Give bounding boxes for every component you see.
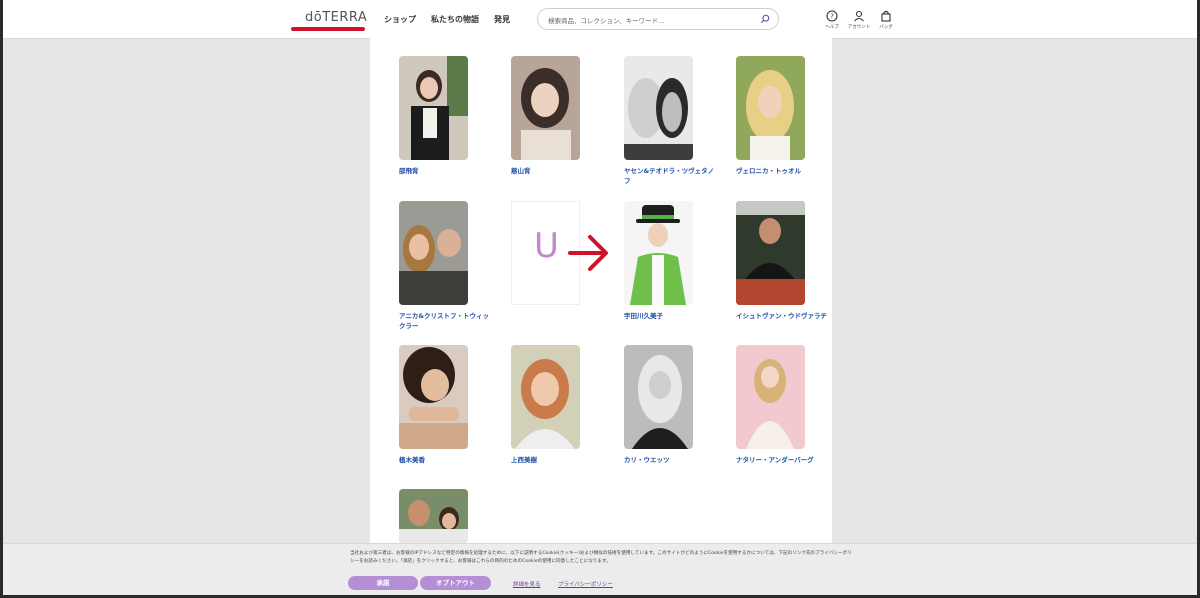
details-link[interactable]: 詳細を見る bbox=[513, 580, 541, 588]
person-card[interactable]: アニカ&クリストフ・トウィックラー bbox=[399, 201, 489, 331]
account-icon bbox=[854, 10, 864, 22]
person-card[interactable]: 宇田川久美子 bbox=[624, 201, 714, 321]
bag-icon bbox=[881, 10, 891, 22]
person-photo[interactable] bbox=[736, 345, 805, 449]
account-button[interactable]: アカウント bbox=[844, 10, 874, 30]
person-photo[interactable] bbox=[399, 489, 468, 543]
person-card[interactable]: ヴェロニカ・トゥオル bbox=[736, 56, 826, 176]
person-photo[interactable] bbox=[511, 56, 580, 160]
person-card[interactable]: 邵飛背 bbox=[399, 56, 489, 176]
accept-button[interactable]: 承諾 bbox=[348, 576, 418, 590]
person-name[interactable]: ナタリー・アンダーバーグ bbox=[736, 455, 832, 465]
person-photo[interactable] bbox=[624, 56, 693, 160]
svg-text:?: ? bbox=[830, 13, 834, 21]
annotation-underline bbox=[291, 27, 365, 31]
person-card[interactable]: 上西美樹 bbox=[511, 345, 601, 465]
person-card[interactable]: ヤセン&テオドラ・ツヴェタノフ bbox=[624, 56, 714, 186]
logo[interactable]: dōTERRA bbox=[305, 10, 367, 25]
help-button[interactable]: ? ヘルプ bbox=[817, 10, 847, 30]
browser-viewport: dōTERRA ショップ 私たちの物語 発見 検索商品、コレクション、キーワード… bbox=[3, 0, 1197, 595]
person-name[interactable]: 慈山背 bbox=[511, 166, 607, 176]
help-label: ヘルプ bbox=[825, 25, 839, 30]
person-photo[interactable] bbox=[399, 345, 468, 449]
optout-button[interactable]: オプトアウト bbox=[420, 576, 491, 590]
search-icon[interactable] bbox=[760, 14, 770, 24]
person-name[interactable]: 宇田川久美子 bbox=[624, 311, 720, 321]
person-photo[interactable] bbox=[624, 201, 693, 305]
person-card[interactable] bbox=[399, 489, 489, 543]
annotation-arrow-icon bbox=[568, 235, 608, 271]
person-name[interactable]: 邵飛背 bbox=[399, 166, 495, 176]
person-photo[interactable] bbox=[624, 345, 693, 449]
bag-label: バッグ bbox=[879, 25, 893, 30]
privacy-policy-link[interactable]: プライバシーポリシー bbox=[558, 580, 613, 588]
person-name[interactable]: アニカ&クリストフ・トウィックラー bbox=[399, 311, 495, 331]
person-name[interactable]: イシュトヴァン・ウドヴァラチ bbox=[736, 311, 832, 321]
cookie-banner: 当社および第三者は、お客様のIPアドレスなど特定の情報を処理するために、以下に説… bbox=[3, 543, 1197, 595]
nav-shop[interactable]: ショップ bbox=[384, 14, 416, 25]
person-name[interactable]: ヴェロニカ・トゥオル bbox=[736, 166, 832, 176]
account-label: アカウント bbox=[847, 25, 871, 30]
person-photo[interactable] bbox=[511, 345, 580, 449]
person-photo[interactable] bbox=[399, 56, 468, 160]
person-photo[interactable] bbox=[399, 201, 468, 305]
nav-discover[interactable]: 発見 bbox=[494, 14, 510, 25]
cookie-text: 当社および第三者は、お客様のIPアドレスなど特定の情報を処理するために、以下に説… bbox=[350, 551, 852, 564]
person-name[interactable]: カリ・ウエッツ bbox=[624, 455, 720, 465]
person-photo[interactable] bbox=[736, 201, 805, 305]
person-name[interactable]: 上西美樹 bbox=[511, 455, 607, 465]
person-photo[interactable] bbox=[736, 56, 805, 160]
nav-our-story[interactable]: 私たちの物語 bbox=[431, 14, 479, 25]
person-name[interactable]: ヤセン&テオドラ・ツヴェタノフ bbox=[624, 166, 720, 186]
search-placeholder: 検索商品、コレクション、キーワード... bbox=[548, 17, 665, 25]
person-card[interactable]: カリ・ウエッツ bbox=[624, 345, 714, 465]
people-grid: 邵飛背 慈山背 ヤセン&テオドラ・ツヴェタノフ ヴェロニカ・トゥオル アニカ&ク… bbox=[370, 38, 832, 543]
site-header: dōTERRA ショップ 私たちの物語 発見 検索商品、コレクション、キーワード… bbox=[3, 0, 1197, 39]
bag-button[interactable]: バッグ bbox=[871, 10, 901, 30]
person-card[interactable]: イシュトヴァン・ウドヴァラチ bbox=[736, 201, 827, 321]
person-card[interactable]: 慈山背 bbox=[511, 56, 601, 176]
placeholder-letter: U bbox=[534, 226, 559, 266]
person-card[interactable]: ナタリー・アンダーバーグ bbox=[736, 345, 826, 465]
person-card[interactable]: 植木美香 bbox=[399, 345, 489, 465]
search-input[interactable]: 検索商品、コレクション、キーワード... bbox=[537, 8, 779, 30]
help-icon: ? bbox=[826, 10, 838, 22]
person-name[interactable]: 植木美香 bbox=[399, 455, 495, 465]
